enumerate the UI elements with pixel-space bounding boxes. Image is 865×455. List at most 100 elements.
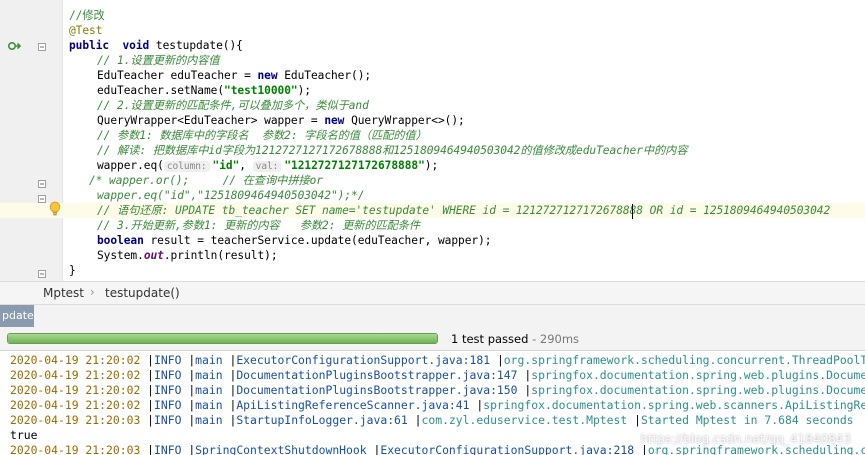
- code-token: wapper.eq("id","1251809464940503042");*/: [97, 189, 365, 202]
- watermark: https://blog.csdn.net/qq_41840843: [640, 432, 851, 446]
- console-line: 2020-04-19 21:20:03 |INFO |main |Startup…: [10, 413, 854, 428]
- code-token: wapper.eq(: [97, 159, 164, 172]
- code-token: }: [69, 264, 76, 277]
- console-token: com.zyl.eduservice.test.Mptest: [421, 413, 635, 427]
- console-token: 2020-04-19 21:20:02: [10, 353, 148, 367]
- code-line[interactable]: // 语句还原: UPDATE tb_teacher SET name='tes…: [0, 203, 865, 218]
- run-tab[interactable]: pdate: [0, 305, 34, 327]
- code-token: public void: [69, 39, 156, 52]
- code-token: QueryWrapper<>();: [351, 114, 465, 127]
- code-text: // 解读: 把数据库中id字段为1212727127172678888和125…: [97, 143, 688, 158]
- code-line[interactable]: System.out.println(result);: [0, 248, 865, 263]
- console-token: INFO: [154, 383, 189, 397]
- code-text: EduTeacher eduTeacher = new EduTeacher()…: [97, 68, 371, 83]
- code-line[interactable]: // 3.开始更新,参数1: 更新的内容 参数2: 更新的匹配条件: [0, 218, 865, 233]
- console-token: springfox.documentation.spring.web.scann…: [483, 398, 865, 412]
- console-token: main: [195, 368, 230, 382]
- console-token: 2020-04-19 21:20:02: [10, 398, 148, 412]
- code-token: // 语句还原: UPDATE tb_teacher SET name='tes…: [97, 204, 831, 217]
- code-line[interactable]: // 2.设置更新的匹配条件,可以叠加多个，类似于and: [0, 98, 865, 113]
- console-token: main: [195, 383, 230, 397]
- console-source-link[interactable]: ExecutorConfigurationSupport.java:181: [236, 353, 497, 367]
- console-token: |: [414, 413, 422, 427]
- code-text: wapper.eq("id","1251809464940503042");*/: [97, 188, 364, 203]
- console-token: |: [147, 353, 155, 367]
- console-token: |: [147, 443, 155, 455]
- code-token: result = teacherService.update(eduTeache…: [150, 234, 492, 247]
- code-token: new: [324, 114, 352, 127]
- console-token: |: [147, 368, 155, 382]
- code-editor[interactable]: //修改 @Test public void testupdate(){// 1.设…: [0, 0, 865, 281]
- code-text: // 3.开始更新,参数1: 更新的内容 参数2: 更新的匹配条件: [97, 218, 420, 233]
- code-line[interactable]: // 参数1: 数据库中的字段名 参数2: 字段名的值（匹配的值）: [0, 128, 865, 143]
- breadcrumb-separator: ›: [90, 285, 95, 299]
- code-text: @Test: [69, 23, 102, 38]
- console-token: 2020-04-19 21:20:03: [10, 413, 148, 427]
- code-token: "id": [212, 159, 240, 172]
- code-text: public void testupdate(){: [69, 38, 243, 53]
- console-source-link[interactable]: DocumentationPluginsBootstrapper.java:15…: [236, 383, 524, 397]
- code-token: "test10000": [224, 84, 298, 97]
- console-token: main: [195, 413, 230, 427]
- console-line: 2020-04-19 21:20:02 |INFO |main |ApiList…: [10, 398, 865, 413]
- code-text: // 语句还原: UPDATE tb_teacher SET name='tes…: [97, 203, 830, 218]
- code-line[interactable]: wapper.eq("id","1251809464940503042");*/: [0, 188, 865, 203]
- code-text: //修改: [69, 8, 105, 23]
- test-status-text: 1 test passed - 290ms: [451, 332, 579, 346]
- code-token: // 1.设置更新的内容值: [97, 54, 220, 67]
- code-text: eduTeacher.setName("test10000");: [97, 83, 311, 98]
- breadcrumb: Mptest › testupdate(): [0, 281, 865, 305]
- console-line: 2020-04-19 21:20:02 |INFO |main |Executo…: [10, 353, 865, 368]
- console-source-link[interactable]: ExecutorConfigurationSupport.java:218: [380, 443, 641, 455]
- code-line[interactable]: }: [0, 263, 865, 278]
- breadcrumb-method[interactable]: testupdate(): [105, 286, 180, 300]
- console-token: org.springframework.scheduling.concurren…: [503, 353, 865, 367]
- console-token: |: [634, 413, 641, 427]
- code-text: /* wapper.or(); // 在查询中拼接or: [89, 173, 323, 188]
- code-token: System.: [97, 249, 144, 262]
- console-source-link[interactable]: StartupInfoLogger.java:61: [236, 413, 414, 427]
- console-token: 2020-04-19 21:20:02: [10, 368, 148, 382]
- console-token: |: [147, 398, 155, 412]
- code-line[interactable]: boolean result = teacherService.update(e…: [0, 233, 865, 248]
- code-token: new: [257, 69, 285, 82]
- text-caret: [632, 204, 633, 219]
- console-token: |: [496, 353, 504, 367]
- breadcrumb-class[interactable]: Mptest: [43, 286, 84, 300]
- code-line[interactable]: @Test: [0, 23, 865, 38]
- parameter-hint: val:: [252, 161, 282, 172]
- code-text: System.out.println(result);: [97, 248, 278, 263]
- lightbulb-icon[interactable]: [49, 201, 61, 217]
- console-token: springfox.documentation.spring.web.plugi…: [531, 383, 865, 397]
- code-token: eduTeacher.setName(: [97, 84, 225, 97]
- code-line[interactable]: // 解读: 把数据库中id字段为1212727127172678888和125…: [0, 143, 865, 158]
- code-text: // 1.设置更新的内容值: [97, 53, 220, 68]
- test-status-label: 1 test passed: [451, 332, 529, 346]
- console-token: main: [195, 398, 230, 412]
- test-status-bar: 1 test passed - 290ms: [0, 327, 865, 351]
- code-token: );: [297, 84, 311, 97]
- console-token: INFO: [154, 413, 189, 427]
- code-token: testupdate(){: [155, 39, 243, 52]
- code-line[interactable]: wapper.eq(column: "id", val: "121272712717…: [0, 158, 865, 173]
- code-line[interactable]: EduTeacher eduTeacher = new EduTeacher()…: [0, 68, 865, 83]
- code-line[interactable]: //修改: [0, 8, 865, 23]
- console-token: INFO: [154, 443, 189, 455]
- code-token: //修改: [69, 9, 105, 22]
- code-line[interactable]: eduTeacher.setName("test10000");: [0, 83, 865, 98]
- console-token: INFO: [154, 353, 189, 367]
- code-token: ,: [239, 159, 253, 172]
- code-line[interactable]: // 1.设置更新的内容值: [0, 53, 865, 68]
- code-text: // 参数1: 数据库中的字段名 参数2: 字段名的值（匹配的值）: [97, 128, 427, 143]
- code-token: // 解读: 把数据库中id字段为1212727127172678888和125…: [97, 144, 688, 157]
- console-source-link[interactable]: DocumentationPluginsBootstrapper.java:14…: [236, 368, 524, 382]
- code-line[interactable]: public void testupdate(){: [0, 38, 865, 53]
- code-token: );: [424, 159, 439, 172]
- console-source-link[interactable]: ApiListingReferenceScanner.java:41: [236, 398, 476, 412]
- console-token: main: [195, 353, 230, 367]
- code-line[interactable]: QueryWrapper<EduTeacher> wapper = new Qu…: [0, 113, 865, 128]
- console-token: |: [147, 413, 155, 427]
- console-token: true: [10, 428, 38, 442]
- console-token: springfox.documentation.spring.web.plugi…: [531, 368, 865, 382]
- code-line[interactable]: /* wapper.or(); // 在查询中拼接or: [0, 173, 865, 188]
